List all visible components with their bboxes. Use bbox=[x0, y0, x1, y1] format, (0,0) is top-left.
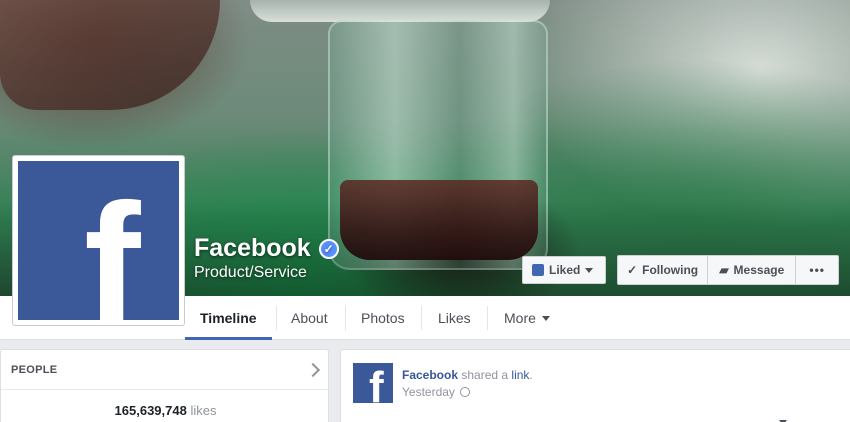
page-category: Product/Service bbox=[194, 264, 307, 281]
people-card-header[interactable]: PEOPLE bbox=[1, 350, 328, 390]
tab-more[interactable]: More bbox=[489, 296, 565, 340]
likes-word: likes bbox=[190, 403, 217, 418]
verified-badge-icon: ✓ bbox=[318, 238, 339, 259]
more-options-button[interactable]: ••• bbox=[796, 256, 838, 284]
facebook-logo-letter: f bbox=[369, 363, 384, 404]
page-title[interactable]: Facebook ✓ bbox=[194, 234, 339, 263]
post-time-text: Yesterday bbox=[402, 385, 455, 399]
likes-count: 165,639,748 bbox=[114, 403, 187, 418]
people-card: PEOPLE 165,639,748 likes bbox=[0, 349, 329, 422]
tab-divider bbox=[421, 306, 422, 330]
people-title: PEOPLE bbox=[11, 363, 58, 376]
post-card: f Facebook shared a link. Yesterday bbox=[340, 349, 850, 422]
post-author-link[interactable]: Facebook bbox=[402, 368, 458, 382]
thumbs-up-icon bbox=[532, 264, 544, 276]
globe-icon bbox=[459, 387, 470, 397]
tab-photos-label: Photos bbox=[361, 310, 405, 326]
tab-likes-label: Likes bbox=[438, 310, 471, 326]
post-header: Facebook shared a link. bbox=[402, 368, 533, 382]
facebook-logo-letter: f bbox=[84, 169, 141, 320]
tab-more-label: More bbox=[504, 310, 536, 326]
message-label: Message bbox=[733, 263, 785, 277]
tab-photos[interactable]: Photos bbox=[346, 296, 420, 340]
following-label: Following bbox=[642, 263, 699, 277]
following-button[interactable]: ✓ Following bbox=[618, 256, 709, 284]
tab-about-label: About bbox=[291, 310, 328, 326]
cover-hand-shape bbox=[0, 0, 220, 110]
chevron-right-icon[interactable] bbox=[305, 362, 321, 377]
cover-spoon-shape bbox=[250, 0, 550, 22]
facebook-logo: f bbox=[18, 161, 179, 320]
post-timestamp[interactable]: Yesterday bbox=[402, 385, 470, 399]
chevron-down-icon bbox=[541, 315, 550, 321]
likes-count-line: 165,639,748 likes bbox=[1, 403, 330, 418]
chevron-down-icon bbox=[585, 267, 594, 273]
page-name-text[interactable]: Facebook bbox=[194, 234, 311, 263]
tab-timeline-label: Timeline bbox=[200, 310, 257, 326]
checkmark-icon: ✓ bbox=[627, 263, 638, 277]
profile-picture[interactable]: f bbox=[12, 155, 185, 326]
post-period: . bbox=[529, 368, 533, 382]
speech-bubble-icon: ▰ bbox=[719, 263, 729, 277]
message-button[interactable]: ▰ Message bbox=[708, 256, 797, 284]
tab-likes[interactable]: Likes bbox=[423, 296, 486, 340]
post-avatar[interactable]: f bbox=[353, 363, 393, 403]
tab-about[interactable]: About bbox=[276, 296, 343, 340]
liked-label: Liked bbox=[549, 263, 581, 277]
post-shared-text: shared a bbox=[461, 368, 509, 382]
tab-divider bbox=[487, 306, 488, 330]
more-dots-icon: ••• bbox=[809, 263, 825, 277]
page-actions-group: ✓ Following ▰ Message ••• bbox=[617, 255, 839, 285]
post-link[interactable]: link bbox=[511, 368, 529, 382]
tab-timeline[interactable]: Timeline bbox=[185, 296, 272, 340]
liked-button[interactable]: Liked bbox=[522, 256, 606, 284]
